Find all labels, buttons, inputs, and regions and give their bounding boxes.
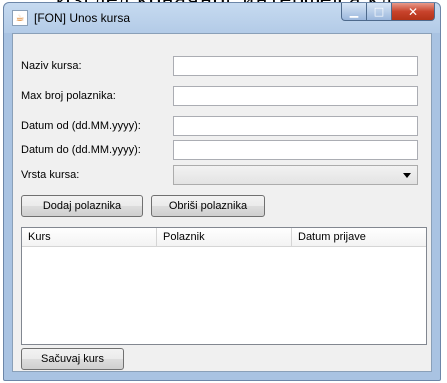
maximize-button[interactable]: □ [367,3,392,21]
minimize-icon: ▁ [349,5,359,18]
sacuvaj-kurs-button[interactable]: Sačuvaj kurs [21,348,124,370]
dodaj-polaznika-button[interactable]: Dodaj polaznika [21,195,143,217]
maximize-icon: □ [373,5,385,18]
datum-od-label: Datum od (dd.MM.yyyy): [21,120,141,132]
close-icon: ✕ [407,4,419,19]
vrsta-kursa-select[interactable] [173,165,418,185]
max-broj-label: Max broj polaznika: [21,90,116,102]
window-controls: ▁ □ ✕ [341,3,435,23]
chevron-down-icon[interactable] [403,173,411,178]
title-bar[interactable]: ☕ [FON] Unos kursa ▁ □ ✕ [4,3,440,33]
max-broj-input[interactable] [173,86,418,106]
datum-od-input[interactable] [173,116,418,136]
vrsta-kursa-label: Vrsta kursa: [21,169,80,181]
datum-do-label: Datum do (dd.MM.yyyy): [21,144,141,156]
column-header-polaznik[interactable]: Polaznik [157,228,292,246]
datum-do-input[interactable] [173,140,418,160]
table-header: Kurs Polaznik Datum prijave [22,228,426,247]
form-panel: Naziv kursa: Max broj polaznika: Datum o… [12,33,432,372]
naziv-kursa-label: Naziv kursa: [21,60,82,72]
minimize-button[interactable]: ▁ [341,3,367,21]
close-button[interactable]: ✕ [392,3,435,21]
java-icon[interactable]: ☕ [12,10,28,26]
column-header-datum-prijave[interactable]: Datum prijave [292,228,426,246]
obrisi-polaznika-button[interactable]: Obriši polaznika [151,195,265,217]
column-header-kurs[interactable]: Kurs [22,228,157,246]
polaznici-table[interactable]: Kurs Polaznik Datum prijave [21,227,427,345]
naziv-kursa-input[interactable] [173,56,418,76]
window-title: [FON] Unos kursa [34,11,131,25]
app-window: ☕ [FON] Unos kursa ▁ □ ✕ Naziv kursa: Ma… [3,2,441,381]
